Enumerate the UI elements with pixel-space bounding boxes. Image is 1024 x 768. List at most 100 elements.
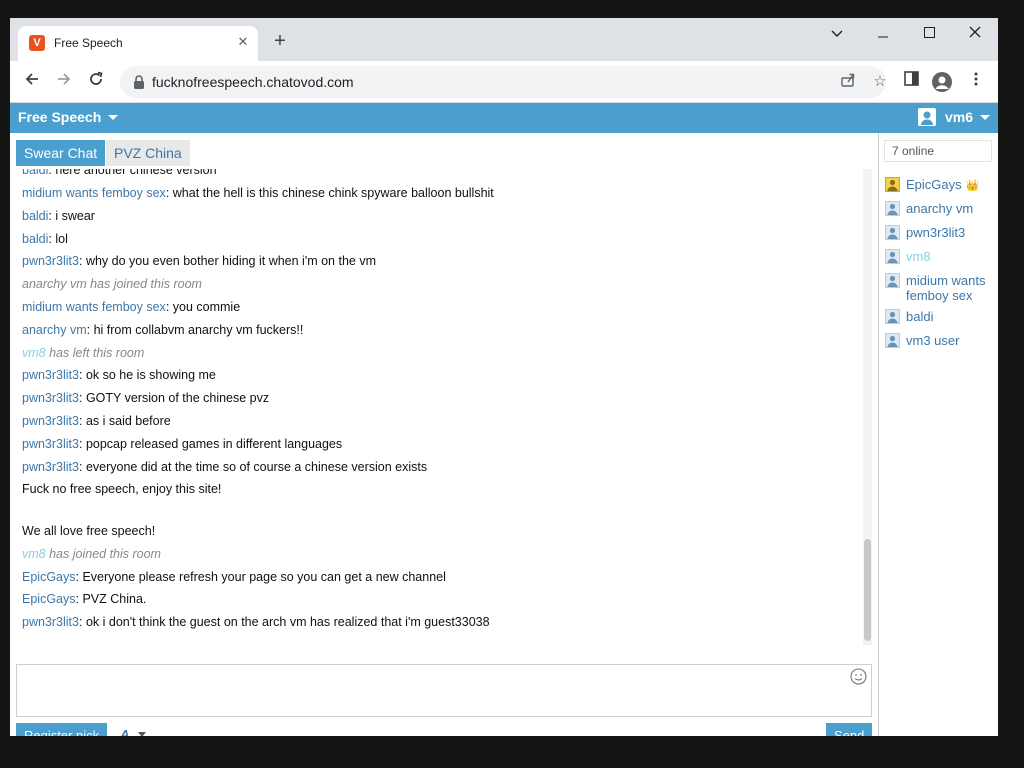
message-nick[interactable]: pwn3r3lit3 (22, 391, 79, 405)
message-separator: : (78, 615, 86, 629)
chat-message: EpicGays: PVZ China. (22, 592, 146, 606)
message-separator: : (78, 391, 86, 405)
chat-message: baldi: lol (22, 232, 68, 246)
message-nick[interactable]: midium wants femboy sex (22, 186, 166, 200)
message-text: everyone did at the time so of course a … (85, 460, 428, 474)
window-close-icon[interactable] (952, 18, 998, 48)
message-nick[interactable]: pwn3r3lit3 (22, 615, 79, 629)
close-icon[interactable]: ✕ (232, 31, 254, 53)
message-separator: : (86, 323, 94, 337)
message-text: ok so he is showing me (85, 368, 216, 382)
message-text: Everyone please refresh your page so you… (82, 570, 446, 584)
chat-message: pwn3r3lit3: ok so he is showing me (22, 368, 216, 382)
font-style-icon[interactable]: A (120, 727, 129, 736)
system-message: vm8 has left this room (22, 346, 144, 360)
chat-message: We all love free speech! (22, 524, 155, 538)
message-text: hi from collabvm anarchy vm fuckers!! (93, 323, 304, 337)
message-nick[interactable]: pwn3r3lit3 (22, 254, 79, 268)
username: anarchy vm (906, 201, 974, 216)
chat-message: baldi: i swear (22, 209, 95, 223)
chat-message: EpicGays: Everyone please refresh your p… (22, 570, 446, 584)
maximize-icon[interactable] (906, 18, 952, 48)
user-avatar-icon (885, 273, 900, 288)
message-nick[interactable]: baldi (22, 232, 48, 246)
message-text: lol (55, 232, 68, 246)
username: EpicGays 👑 (906, 177, 980, 192)
message-separator: : (78, 254, 86, 268)
chat-message: pwn3r3lit3: popcap released games in dif… (22, 437, 342, 451)
message-text: Fuck no free speech, enjoy this site! (22, 482, 222, 496)
register-nick-button[interactable]: Register nick (16, 723, 108, 736)
message-nick[interactable]: pwn3r3lit3 (22, 368, 79, 382)
message-text: anarchy vm has joined this room (22, 277, 202, 291)
username: vm8 (906, 249, 931, 264)
message-nick[interactable]: midium wants femboy sex (22, 300, 166, 314)
user-avatar-icon (885, 249, 900, 264)
user-avatar-icon (885, 177, 900, 192)
forward-icon[interactable] (50, 68, 78, 96)
message-nick[interactable]: vm8 (22, 547, 46, 561)
caret-down-icon[interactable] (138, 732, 146, 736)
scrollbar-thumb[interactable] (864, 539, 871, 641)
star-icon[interactable]: ☆ (870, 72, 890, 92)
system-message: vm8 has joined this room (22, 547, 161, 561)
message-nick[interactable]: pwn3r3lit3 (22, 460, 79, 474)
message-separator: : (78, 460, 86, 474)
lock-icon (134, 75, 144, 89)
message-nick[interactable]: EpicGays (22, 570, 76, 584)
message-separator: : (165, 300, 173, 314)
share-icon[interactable] (838, 72, 858, 92)
message-text: what the hell is this chinese chink spyw… (172, 186, 494, 200)
chatovod-v-icon: V (29, 35, 45, 51)
chat-page: Free Speech vm6 Swear Chat PVZ China bal… (10, 103, 998, 736)
message-nick[interactable]: vm8 (22, 346, 46, 360)
message-text: We all love free speech! (22, 524, 156, 538)
message-text: i swear (55, 209, 95, 223)
menu-kebab-icon[interactable] (965, 71, 987, 93)
profile-icon[interactable] (932, 72, 952, 92)
message-input[interactable] (16, 664, 872, 717)
back-icon[interactable] (18, 68, 46, 96)
browser-window: V Free Speech ✕ + fucknofreespeech.chato… (10, 18, 998, 736)
message-list: baldi: here another chinese version midiu… (16, 169, 864, 645)
chat-message: baldi: here another chinese version (22, 169, 217, 177)
address-bar[interactable]: fucknofreespeech.chatovod.com ☆ (120, 66, 887, 98)
message-nick[interactable]: pwn3r3lit3 (22, 437, 79, 451)
side-panel-icon[interactable] (900, 71, 922, 93)
room-menu[interactable]: Free Speech (18, 109, 119, 125)
username: vm3 user (906, 333, 960, 348)
smiley-icon[interactable] (850, 668, 867, 685)
new-tab-icon[interactable]: + (268, 30, 292, 54)
username: baldi (906, 309, 934, 324)
user-avatar-icon (885, 333, 900, 348)
tab-pvz-china[interactable]: PVZ China (106, 140, 190, 166)
username: midium wants femboy sex (906, 273, 986, 303)
tab-swear-chat[interactable]: Swear Chat (16, 140, 106, 166)
message-nick[interactable]: baldi (22, 169, 48, 177)
message-text: GOTY version of the chinese pvz (85, 391, 270, 405)
message-nick[interactable]: anarchy vm (22, 323, 87, 337)
minimize-icon[interactable] (860, 18, 906, 48)
message-text: as i said before (85, 414, 171, 428)
reload-icon[interactable] (82, 68, 110, 96)
url-text[interactable]: fucknofreespeech.chatovod.com (152, 74, 354, 90)
message-separator: : (78, 414, 86, 428)
browser-toolbar: fucknofreespeech.chatovod.com ☆ (10, 61, 998, 103)
tab-title: Free Speech (54, 36, 123, 50)
message-nick[interactable]: EpicGays (22, 592, 76, 606)
message-text: popcap released games in different langu… (85, 437, 343, 451)
chat-message: pwn3r3lit3: as i said before (22, 414, 171, 428)
chevron-down-icon[interactable] (814, 18, 860, 48)
message-nick[interactable]: baldi (22, 209, 48, 223)
message-text: has joined this room (49, 547, 161, 561)
message-nick[interactable]: pwn3r3lit3 (22, 414, 79, 428)
message-text: you commie (172, 300, 241, 314)
username: pwn3r3lit3 (906, 225, 966, 240)
chat-message: midium wants femboy sex: what the hell i… (22, 186, 494, 200)
send-button[interactable]: Send (826, 723, 873, 736)
message-scrollbar[interactable] (863, 169, 872, 645)
current-username: vm6 (945, 109, 990, 125)
chat-message: pwn3r3lit3: everyone did at the time so … (22, 460, 427, 474)
chat-message: pwn3r3lit3: why do you even bother hidin… (22, 254, 376, 268)
browser-tab[interactable]: V Free Speech ✕ (18, 26, 258, 61)
